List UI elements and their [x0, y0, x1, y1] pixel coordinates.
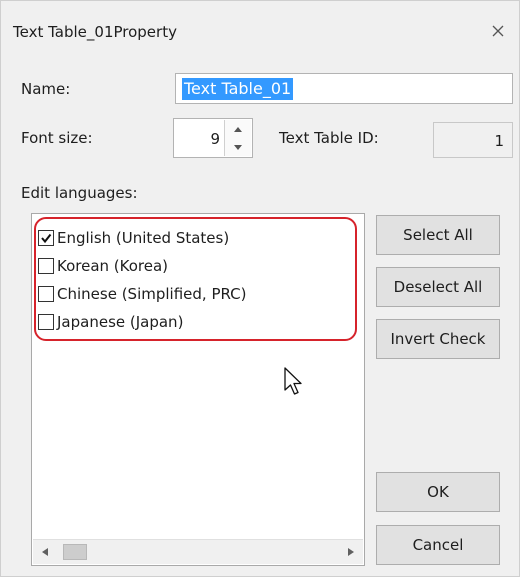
checkbox-icon[interactable]: [38, 258, 54, 274]
font-size-stepper[interactable]: 9: [173, 118, 253, 158]
languages-list[interactable]: English (United States) Korean (Korea) C…: [31, 213, 365, 566]
deselect-all-button[interactable]: Deselect All: [376, 267, 500, 307]
horizontal-scrollbar[interactable]: [33, 539, 363, 564]
scroll-left-icon[interactable]: [37, 544, 53, 560]
font-size-label: Font size:: [21, 129, 93, 147]
spin-down-icon[interactable]: [225, 138, 251, 156]
language-item-english[interactable]: English (United States): [38, 226, 229, 250]
checkbox-icon[interactable]: [38, 286, 54, 302]
font-size-value: 9: [210, 130, 220, 148]
text-table-property-dialog: Text Table_01Property Name: Text Table_0…: [0, 0, 520, 577]
table-id-label: Text Table ID:: [279, 129, 379, 147]
table-id-field: 1: [433, 122, 513, 158]
window-title: Text Table_01Property: [13, 23, 177, 41]
title-bar[interactable]: Text Table_01Property: [1, 1, 519, 58]
language-label: English (United States): [57, 229, 230, 247]
close-icon[interactable]: [485, 18, 511, 44]
language-label: Chinese (Simplified, PRC): [57, 285, 247, 303]
language-item-chinese[interactable]: Chinese (Simplified, PRC): [38, 282, 247, 306]
table-id-value: 1: [494, 132, 504, 150]
name-label: Name:: [21, 80, 71, 98]
language-item-japanese[interactable]: Japanese (Japan): [38, 310, 183, 334]
spin-buttons: [224, 120, 251, 156]
language-label: Japanese (Japan): [57, 313, 184, 331]
language-label: Korean (Korea): [57, 257, 169, 275]
edit-languages-label: Edit languages:: [21, 184, 138, 202]
language-item-korean[interactable]: Korean (Korea): [38, 254, 168, 278]
checkbox-icon[interactable]: [38, 314, 54, 330]
select-all-button[interactable]: Select All: [376, 215, 500, 255]
invert-check-button[interactable]: Invert Check: [376, 319, 500, 359]
name-input[interactable]: Text Table_01: [175, 73, 513, 104]
cancel-button[interactable]: Cancel: [376, 525, 500, 565]
checkbox-checked-icon[interactable]: [38, 230, 54, 246]
scroll-thumb[interactable]: [63, 544, 87, 560]
ok-button[interactable]: OK: [376, 472, 500, 512]
name-value: Text Table_01: [182, 78, 294, 100]
mouse-pointer-icon: [284, 367, 304, 401]
spin-up-icon[interactable]: [225, 120, 251, 138]
scroll-right-icon[interactable]: [343, 544, 359, 560]
